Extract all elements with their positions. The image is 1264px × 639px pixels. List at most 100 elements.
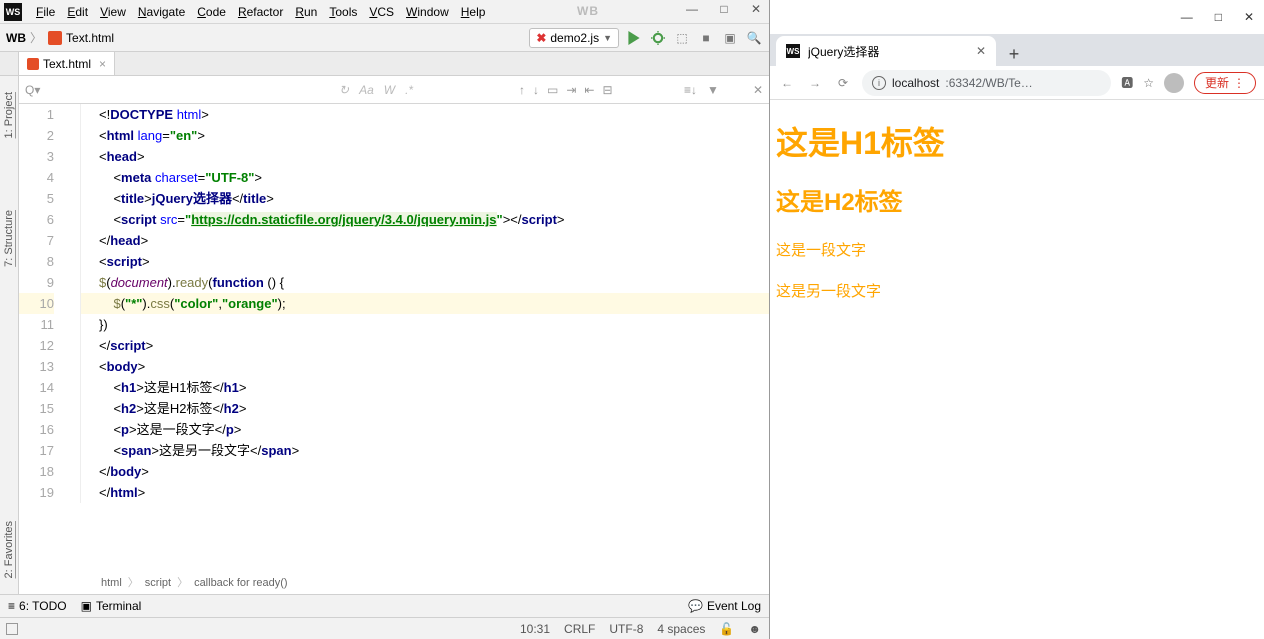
window-minimize-icon[interactable]: ―: [685, 2, 699, 16]
forward-button[interactable]: →: [806, 76, 824, 90]
debug-button[interactable]: [649, 29, 667, 47]
menu-view[interactable]: View: [94, 3, 132, 21]
line-number[interactable]: 5: [19, 188, 54, 209]
line-number[interactable]: 10: [19, 293, 54, 314]
code-line[interactable]: <span>这是另一段文字</span>: [81, 440, 769, 461]
filter-icon[interactable]: ▼: [707, 83, 719, 97]
toolwindow-favorites[interactable]: 2: Favorites: [3, 515, 15, 584]
editor-breadcrumb[interactable]: html〉script〉callback for ready(): [101, 572, 288, 594]
code-line[interactable]: $(document).ready(function () {: [81, 272, 769, 293]
menu-refactor[interactable]: Refactor: [232, 3, 289, 21]
back-button[interactable]: ←: [778, 76, 796, 90]
code-line[interactable]: <script src="https://cdn.staticfile.org/…: [81, 209, 769, 230]
menu-run[interactable]: Run: [289, 3, 323, 21]
filter-settings-icon[interactable]: ≡↓: [684, 83, 697, 97]
prev-match-icon[interactable]: ↑: [519, 83, 525, 97]
code-line[interactable]: <title>jQuery选择器</title>: [81, 188, 769, 209]
toolwindows-toggle-icon[interactable]: [6, 623, 18, 635]
line-number[interactable]: 16: [19, 419, 54, 440]
line-number[interactable]: 9: [19, 272, 54, 293]
code-line[interactable]: </head>: [81, 230, 769, 251]
code-line[interactable]: <!DOCTYPE html>: [81, 104, 769, 125]
code-line[interactable]: <script>: [81, 251, 769, 272]
reload-button[interactable]: ⟳: [834, 76, 852, 90]
layout-button[interactable]: ▣: [721, 29, 739, 47]
search-input[interactable]: Q▾: [25, 83, 40, 97]
stop-button[interactable]: ■: [697, 29, 715, 47]
code-line[interactable]: <head>: [81, 146, 769, 167]
inspections-icon[interactable]: ☻: [748, 622, 761, 636]
line-number[interactable]: 11: [19, 314, 54, 335]
match-case-icon[interactable]: Aa: [359, 83, 374, 97]
breadcrumb-seg[interactable]: html: [101, 573, 122, 594]
code-line[interactable]: </body>: [81, 461, 769, 482]
indent-settings[interactable]: 4 spaces: [657, 622, 705, 636]
line-number[interactable]: 15: [19, 398, 54, 419]
run-config-selector[interactable]: ✖ demo2.js ▼: [529, 28, 619, 48]
window-maximize-icon[interactable]: □: [717, 2, 731, 16]
code-editor[interactable]: 12345678910111213141516171819 <!DOCTYPE …: [19, 104, 769, 594]
code-line[interactable]: </script>: [81, 335, 769, 356]
regex-icon[interactable]: .*: [405, 83, 413, 97]
bookmark-star-icon[interactable]: ☆: [1143, 76, 1154, 90]
coverage-button[interactable]: ⬚: [673, 29, 691, 47]
line-separator[interactable]: CRLF: [564, 622, 595, 636]
toolwindow-todo[interactable]: ≡ 6: TODO: [8, 599, 67, 613]
menu-navigate[interactable]: Navigate: [132, 3, 191, 21]
line-number[interactable]: 13: [19, 356, 54, 377]
site-info-icon[interactable]: i: [872, 76, 886, 90]
window-minimize-icon[interactable]: ―: [1181, 10, 1193, 24]
caret-position[interactable]: 10:31: [520, 622, 550, 636]
code-line[interactable]: <meta charset="UTF-8">: [81, 167, 769, 188]
regex-history-icon[interactable]: ↻: [339, 83, 349, 97]
line-number[interactable]: 1: [19, 104, 54, 125]
close-tab-icon[interactable]: ✕: [976, 44, 986, 58]
menu-vcs[interactable]: VCS: [363, 3, 400, 21]
run-button[interactable]: [625, 29, 643, 47]
line-number[interactable]: 6: [19, 209, 54, 230]
line-number[interactable]: 2: [19, 125, 54, 146]
menu-tools[interactable]: Tools: [323, 3, 363, 21]
line-number[interactable]: 19: [19, 482, 54, 503]
translate-icon[interactable]: 🅰: [1121, 74, 1133, 91]
menu-edit[interactable]: Edit: [61, 3, 94, 21]
window-close-icon[interactable]: ✕: [749, 2, 763, 16]
line-number[interactable]: 17: [19, 440, 54, 461]
code-line[interactable]: <h2>这是H2标签</h2>: [81, 398, 769, 419]
toolwindow-eventlog[interactable]: 💬 Event Log: [688, 599, 761, 613]
menu-code[interactable]: Code: [191, 3, 232, 21]
readonly-lock-icon[interactable]: 🔓: [719, 622, 734, 636]
menu-help[interactable]: Help: [455, 3, 492, 21]
new-tab-button[interactable]: +: [1002, 42, 1026, 66]
close-findbar-icon[interactable]: ✕: [753, 83, 763, 97]
line-number[interactable]: 4: [19, 167, 54, 188]
code-line[interactable]: <body>: [81, 356, 769, 377]
toolwindow-project[interactable]: 1: Project: [3, 86, 15, 144]
add-selection-icon[interactable]: ⇥: [566, 83, 576, 97]
toolwindow-terminal[interactable]: ▣ Terminal: [81, 599, 142, 613]
remove-selection-icon[interactable]: ⇤: [584, 83, 594, 97]
window-close-icon[interactable]: ✕: [1244, 10, 1254, 24]
code-line[interactable]: <p>这是一段文字</p>: [81, 419, 769, 440]
line-number[interactable]: 8: [19, 251, 54, 272]
code-line[interactable]: <html lang="en">: [81, 125, 769, 146]
search-everywhere-button[interactable]: 🔍: [745, 29, 763, 47]
address-bar[interactable]: i localhost:63342/WB/Te…: [862, 70, 1111, 96]
line-number[interactable]: 7: [19, 230, 54, 251]
breadcrumb-seg[interactable]: callback for ready(): [194, 573, 288, 594]
update-button[interactable]: 更新 ⋮: [1194, 72, 1256, 94]
breadcrumb[interactable]: WB 〉 Text.html: [6, 29, 114, 46]
line-number[interactable]: 12: [19, 335, 54, 356]
toolwindow-structure[interactable]: 7: Structure: [3, 204, 15, 273]
next-match-icon[interactable]: ↓: [533, 83, 539, 97]
code-line[interactable]: }): [81, 314, 769, 335]
close-tab-icon[interactable]: ×: [99, 57, 106, 71]
line-number[interactable]: 18: [19, 461, 54, 482]
menu-window[interactable]: Window: [400, 3, 455, 21]
file-encoding[interactable]: UTF-8: [609, 622, 643, 636]
code-line[interactable]: $("*").css("color","orange");: [81, 293, 769, 314]
line-number[interactable]: 14: [19, 377, 54, 398]
editor-tab-active[interactable]: Text.html ×: [19, 52, 115, 75]
words-icon[interactable]: W: [384, 83, 395, 97]
profile-avatar-icon[interactable]: [1164, 73, 1184, 93]
